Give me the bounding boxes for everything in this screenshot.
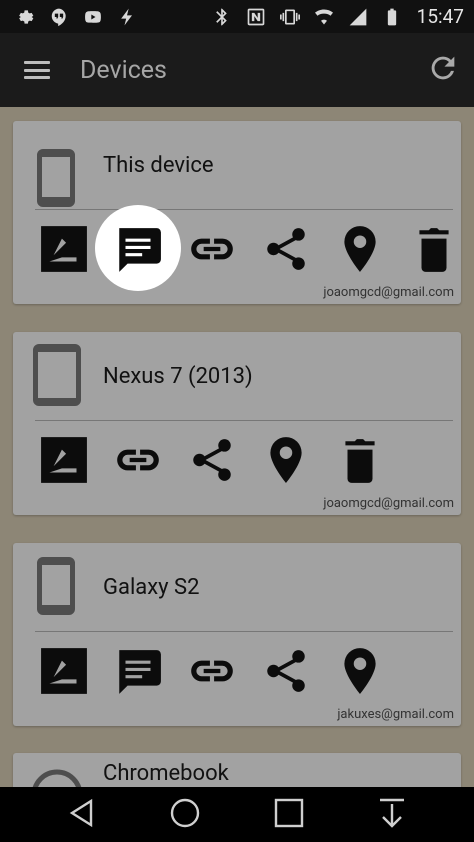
trash-icon — [419, 228, 449, 272]
link-icon — [191, 660, 233, 682]
send-message-button[interactable] — [95, 205, 181, 291]
device-name: This device — [103, 153, 214, 178]
send-link-button[interactable] — [175, 641, 249, 701]
edit-icon — [41, 648, 87, 694]
edit-icon — [41, 226, 87, 272]
device-name: Nexus 7 (2013) — [103, 364, 253, 389]
hamburger-menu-icon[interactable] — [22, 55, 52, 85]
device-card[interactable]: This device joaomgcd@gmail.com — [13, 121, 461, 304]
account-email: joaomgcd@gmail.com — [323, 285, 454, 300]
share-icon — [193, 439, 231, 481]
divider — [35, 420, 453, 421]
device-name: Chromebook — [103, 761, 229, 786]
locate-button[interactable] — [323, 641, 397, 701]
device-list[interactable]: This device joaomgcd@gmail.com Nexus 7 (… — [0, 107, 474, 787]
laptop-icon — [31, 769, 83, 787]
download-button[interactable] — [375, 796, 409, 834]
edit-icon — [41, 437, 87, 483]
device-actions — [27, 641, 397, 701]
locate-button[interactable] — [323, 219, 397, 279]
wifi-icon — [313, 6, 335, 28]
rename-button[interactable] — [27, 430, 101, 490]
locate-button[interactable] — [249, 430, 323, 490]
location-pin-icon — [344, 226, 376, 272]
recents-button[interactable] — [272, 796, 306, 834]
status-bar: 15:47 — [0, 0, 474, 33]
account-email: jakuxes@gmail.com — [337, 707, 454, 722]
back-triangle-icon — [69, 798, 92, 827]
account-email: joaomgcd@gmail.com — [323, 496, 454, 511]
trash-icon — [345, 439, 375, 483]
share-icon — [267, 650, 305, 692]
divider — [35, 209, 453, 210]
youtube-icon — [82, 6, 104, 28]
send-link-button[interactable] — [101, 430, 175, 490]
message-icon — [119, 650, 161, 694]
bluetooth-icon — [211, 6, 233, 28]
delete-button[interactable] — [323, 430, 397, 490]
home-circle-icon — [171, 798, 200, 827]
device-actions — [27, 205, 471, 291]
device-card[interactable]: Galaxy S2 jakuxes@gmail.com — [13, 543, 461, 726]
link-icon — [117, 449, 159, 471]
battery-icon — [381, 6, 403, 28]
send-message-button[interactable] — [101, 641, 175, 701]
message-icon — [119, 228, 161, 272]
settings-gear-icon — [14, 6, 36, 28]
link-icon — [191, 238, 233, 260]
share-button[interactable] — [175, 430, 249, 490]
device-actions — [27, 430, 397, 490]
device-card[interactable]: Nexus 7 (2013) joaomgcd@gmail.com — [13, 332, 461, 515]
signal-icon — [347, 6, 369, 28]
page-title: Devices — [80, 55, 167, 85]
location-pin-icon — [344, 648, 376, 694]
app-bar: Devices — [0, 33, 474, 107]
share-icon — [267, 228, 305, 270]
nfc-icon — [245, 6, 267, 28]
vibrate-icon — [279, 6, 301, 28]
tablet-icon — [33, 344, 81, 410]
location-pin-icon — [270, 437, 302, 483]
share-button[interactable] — [249, 219, 323, 279]
send-link-button[interactable] — [175, 219, 249, 279]
device-name: Galaxy S2 — [103, 575, 200, 600]
recents-square-icon — [274, 798, 303, 827]
home-button[interactable] — [168, 796, 202, 834]
device-card[interactable]: Chromebook — [13, 753, 461, 787]
divider — [35, 631, 453, 632]
delete-button[interactable] — [397, 219, 471, 279]
back-button[interactable] — [65, 796, 99, 834]
system-navigation-bar — [0, 787, 474, 842]
clock: 15:47 — [416, 5, 464, 28]
bolt-icon — [116, 6, 138, 28]
phone-icon — [37, 557, 75, 619]
rename-button[interactable] — [27, 219, 101, 279]
rename-button[interactable] — [27, 641, 101, 701]
download-arrow-icon — [380, 798, 405, 828]
refresh-icon[interactable] — [426, 51, 460, 89]
hangouts-icon — [48, 6, 70, 28]
share-button[interactable] — [249, 641, 323, 701]
phone-icon — [37, 149, 75, 211]
